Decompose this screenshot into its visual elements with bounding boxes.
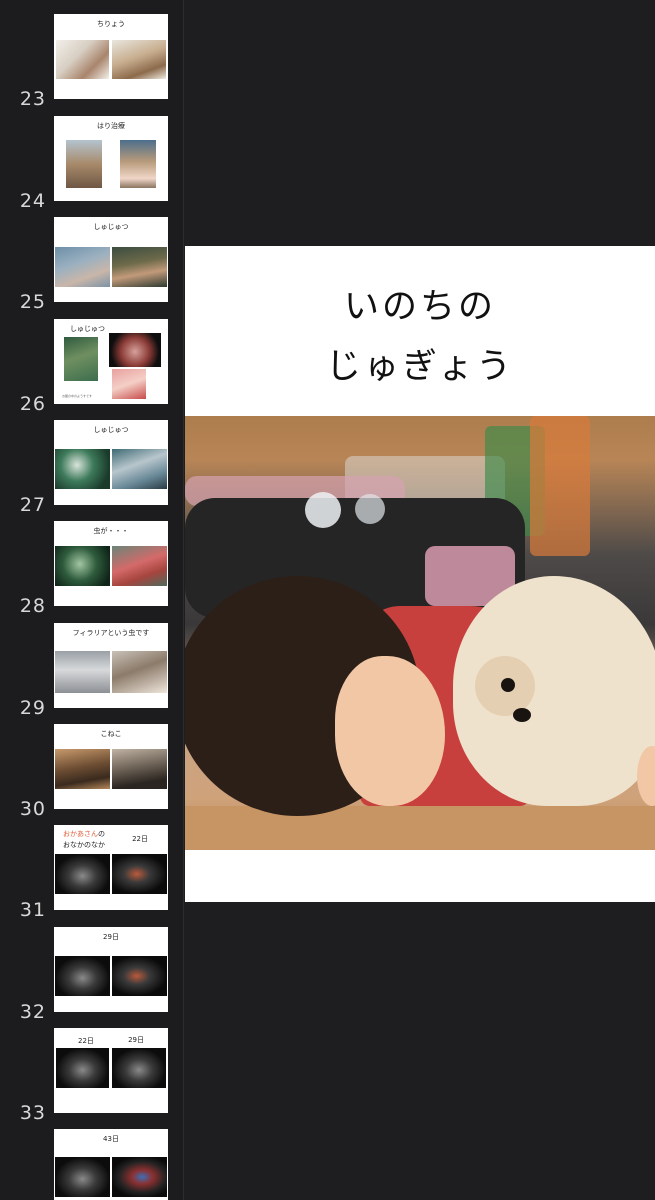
- photo-background: [530, 416, 590, 556]
- thumbnail-photo: [112, 956, 167, 996]
- thumbnail-caption: お腹の中のようすです: [62, 394, 93, 398]
- thumbnail-title: 29日: [103, 933, 119, 941]
- thumbnail-title: おかあさんの: [63, 829, 105, 839]
- thumbnail-photo: [112, 449, 167, 489]
- thumbnail-title: 43日: [103, 1135, 119, 1143]
- slide-thumbnail-33[interactable]: 22日 29日 33: [0, 1028, 183, 1124]
- thumbnail-photo: [66, 140, 102, 188]
- slide-thumbnail-27[interactable]: しゅじゅつ 27: [0, 420, 183, 516]
- thumbnail-photo: [56, 1048, 109, 1088]
- slide-number: 28: [19, 595, 46, 617]
- thumbnail-title: しゅじゅつ: [93, 223, 129, 231]
- thumbnail-preview[interactable]: ちりょう: [54, 14, 168, 99]
- slide-thumbnail-25[interactable]: しゅじゅつ 25: [0, 217, 183, 313]
- thumbnail-preview[interactable]: しゅじゅつ: [54, 217, 168, 302]
- thumbnail-photo: [55, 449, 110, 489]
- slide-thumbnail-30[interactable]: こねこ 30: [0, 724, 183, 820]
- thumbnail-photo: [55, 247, 110, 287]
- thumbnail-preview[interactable]: 43日: [54, 1129, 168, 1200]
- slide-thumbnail-34[interactable]: 43日 34: [0, 1129, 183, 1200]
- thumbnail-title: ちりょう: [97, 20, 125, 28]
- thumbnail-title: 虫が・・・: [93, 527, 129, 535]
- thumbnail-photo: [55, 956, 110, 996]
- slide-number: 23: [19, 88, 46, 110]
- title-suffix: の: [98, 830, 105, 838]
- photo-background: [355, 494, 385, 524]
- slide-title-line-1[interactable]: いのちの: [185, 278, 655, 329]
- thumbnail-title: しゅじゅつ: [70, 325, 105, 333]
- thumbnail-preview[interactable]: 29日: [54, 927, 168, 1012]
- slide-thumbnail-24[interactable]: はり治療 24: [0, 116, 183, 212]
- slide-thumbnail-31[interactable]: おかあさんの おなかのなか 22日 31: [0, 825, 183, 921]
- thumbnail-title: こねこ: [100, 730, 122, 738]
- thumbnail-photo: [56, 40, 109, 79]
- thumbnail-photo: [112, 369, 146, 399]
- puppy-nose: [513, 708, 531, 722]
- photo-background: [305, 492, 341, 528]
- thumbnail-title: フィラリアという虫です: [72, 629, 150, 637]
- slide-thumbnail-23[interactable]: ちりょう 23: [0, 14, 183, 110]
- slide-thumbnail-28[interactable]: 虫が・・・ 28: [0, 521, 183, 617]
- slide-number: 30: [19, 798, 46, 820]
- slide-thumbnail-32[interactable]: 29日 32: [0, 927, 183, 1023]
- slide-number: 25: [19, 291, 46, 313]
- thumbnail-title: はり治療: [97, 122, 125, 130]
- accent-text: おかあさん: [63, 830, 98, 838]
- slide-thumbnail-29[interactable]: フィラリアという虫です 29: [0, 623, 183, 719]
- thumbnail-photo: [55, 854, 110, 894]
- floor: [185, 806, 655, 850]
- thumbnail-photo: [109, 333, 161, 367]
- thumbnail-photo: [112, 749, 167, 789]
- thumbnail-preview[interactable]: 虫が・・・: [54, 521, 168, 606]
- thumbnail-photo: [112, 40, 166, 79]
- slide-number: 33: [19, 1102, 46, 1124]
- thumbnail-preview[interactable]: しゅじゅつ: [54, 420, 168, 505]
- thumbnail-day-label: 29日: [128, 1036, 144, 1044]
- slide-number: 29: [19, 697, 46, 719]
- thumbnail-day-label: 22日: [78, 1037, 94, 1045]
- thumbnail-day-label: 22日: [132, 835, 148, 843]
- puppy-eye: [501, 678, 515, 692]
- slide-number: 27: [19, 494, 46, 516]
- thumbnail-photo: [120, 140, 156, 188]
- slide-number: 26: [19, 393, 46, 415]
- thumbnail-title: しゅじゅつ: [93, 426, 129, 434]
- child-with-puppy-photo[interactable]: [185, 416, 655, 850]
- thumbnail-preview[interactable]: しゅじゅつ お腹の中のようすです: [54, 319, 168, 404]
- thumbnail-preview[interactable]: はり治療: [54, 116, 168, 201]
- app-window: ちりょう 23 はり治療 24 しゅじゅつ 25 しゅじゅつ お腹の中のようすで…: [0, 0, 655, 1200]
- thumbnail-photo: [55, 651, 110, 693]
- thumbnail-photo: [112, 651, 167, 693]
- thumbnail-photo: [55, 749, 110, 789]
- thumbnail-preview[interactable]: 22日 29日: [54, 1028, 168, 1113]
- thumbnail-subtitle: おなかのなか: [63, 841, 105, 849]
- thumbnail-photo: [112, 546, 167, 586]
- thumbnail-photo: [64, 337, 98, 381]
- current-slide[interactable]: いのちの じゅぎょう: [185, 246, 655, 902]
- slide-thumbnail-26[interactable]: しゅじゅつ お腹の中のようすです 26: [0, 319, 183, 415]
- thumbnail-preview[interactable]: こねこ: [54, 724, 168, 809]
- thumbnail-photo: [55, 546, 110, 586]
- slide-number: 32: [19, 1001, 46, 1023]
- thumbnail-preview[interactable]: フィラリアという虫です: [54, 623, 168, 708]
- thumbnail-photo: [55, 1157, 110, 1197]
- thumbnail-photo: [112, 1157, 167, 1197]
- slide-number: 24: [19, 190, 46, 212]
- slide-navigator[interactable]: ちりょう 23 はり治療 24 しゅじゅつ 25 しゅじゅつ お腹の中のようすで…: [0, 0, 184, 1200]
- slide-title-line-2[interactable]: じゅぎょう: [185, 338, 655, 389]
- thumbnail-photo: [112, 1048, 166, 1088]
- thumbnail-preview[interactable]: おかあさんの おなかのなか 22日: [54, 825, 168, 910]
- thumbnail-photo: [112, 854, 167, 894]
- slide-number: 31: [19, 899, 46, 921]
- thumbnail-photo: [112, 247, 167, 287]
